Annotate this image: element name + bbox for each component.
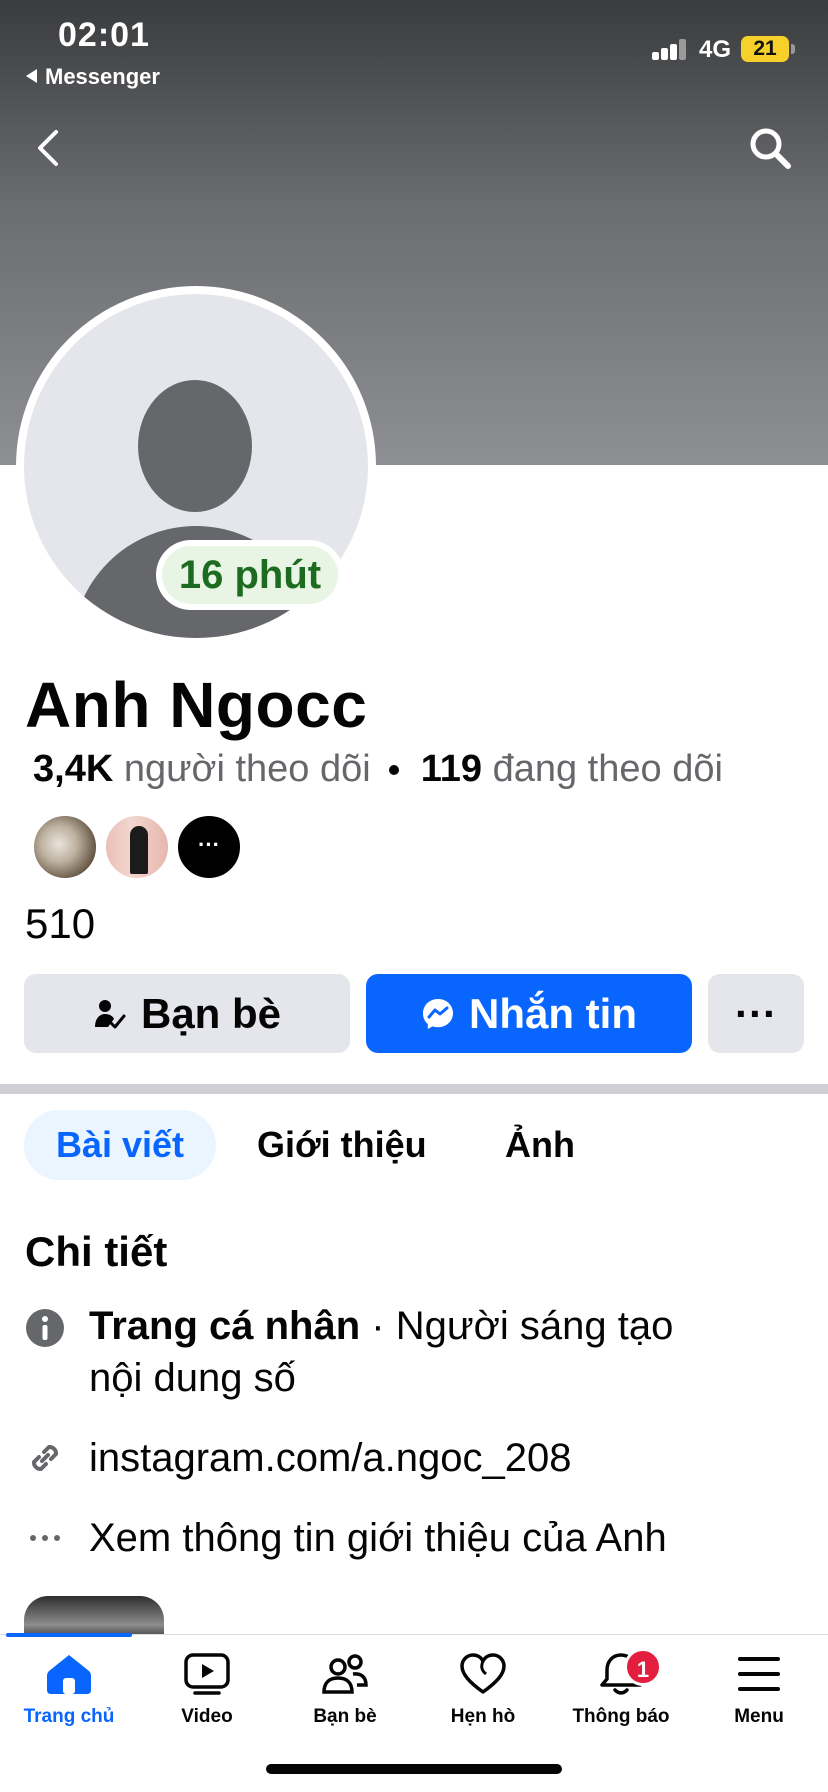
nav-notifications-label: Thông báo bbox=[572, 1706, 670, 1727]
home-icon bbox=[47, 1655, 91, 1694]
message-button-label: Nhắn tin bbox=[469, 989, 637, 1037]
nav-video[interactable]: Video bbox=[138, 1652, 276, 1752]
nav-notifications[interactable]: 1 Thông báo bbox=[552, 1648, 690, 1752]
status-bar: 02:01 Messenger 4G 21 bbox=[0, 0, 828, 95]
following-label: đang theo dõi bbox=[492, 748, 723, 790]
nav-dating-label: Hẹn hò bbox=[450, 1706, 516, 1727]
follower-avatar[interactable] bbox=[104, 814, 170, 880]
nav-friends-label: Bạn bè bbox=[313, 1706, 377, 1727]
profile-name: Anh Ngocc bbox=[25, 669, 368, 741]
info-icon bbox=[26, 1309, 64, 1347]
messenger-icon bbox=[423, 998, 453, 1029]
tab-about[interactable]: Giới thiệu bbox=[257, 1110, 427, 1180]
home-indicator bbox=[266, 1764, 562, 1774]
instagram-link[interactable]: instagram.com/a.ngoc_208 bbox=[89, 1436, 572, 1481]
nav-friends[interactable]: Bạn bè bbox=[276, 1652, 414, 1752]
video-icon bbox=[184, 1653, 230, 1695]
tab-posts[interactable]: Bài viết bbox=[24, 1110, 216, 1180]
profile-type-bold: Trang cá nhân bbox=[89, 1304, 361, 1348]
friend-check-icon bbox=[94, 999, 126, 1028]
more-followers-button[interactable]: ··· bbox=[176, 814, 242, 880]
link-icon bbox=[32, 1445, 58, 1471]
more-options-button[interactable]: ··· bbox=[708, 974, 804, 1053]
section-divider bbox=[0, 1084, 828, 1094]
separator-dot bbox=[388, 765, 399, 775]
friends-button[interactable]: Bạn bè bbox=[24, 974, 350, 1053]
nav-menu-label: Menu bbox=[734, 1706, 784, 1727]
active-status-text: 16 phút bbox=[162, 546, 338, 604]
avatar-placeholder-head bbox=[138, 380, 252, 512]
profile-type-rest: · Người sáng tạo bbox=[360, 1304, 674, 1348]
nav-home[interactable]: Trang chủ bbox=[0, 1652, 138, 1752]
friends-button-label: Bạn bè bbox=[140, 989, 282, 1037]
followers-label: người theo dõi bbox=[123, 748, 371, 790]
menu-icon bbox=[738, 1657, 780, 1691]
active-tab-indicator bbox=[6, 1633, 132, 1637]
back-app-label: Messenger bbox=[45, 64, 160, 89]
followers-count: 3,4K bbox=[33, 748, 114, 790]
following-count: 119 bbox=[420, 748, 483, 790]
nav-menu[interactable]: Menu bbox=[690, 1652, 828, 1752]
back-triangle-icon bbox=[26, 69, 37, 83]
back-to-app-link[interactable]: Messenger bbox=[26, 64, 160, 90]
more-dots-icon bbox=[30, 1535, 60, 1541]
nav-home-label: Trang chủ bbox=[23, 1706, 115, 1727]
friends-icon bbox=[322, 1654, 368, 1694]
follow-stats[interactable]: 3,4K người theo dõi 119 đang theo dõi bbox=[33, 748, 723, 791]
follower-avatar[interactable] bbox=[32, 814, 98, 880]
battery-icon: 21 bbox=[741, 36, 789, 62]
see-about-info-link[interactable]: Xem thông tin giới thiệu của Anh bbox=[89, 1516, 667, 1561]
network-type: 4G bbox=[699, 36, 732, 63]
heart-icon bbox=[460, 1653, 506, 1694]
mutual-followers-avatars[interactable]: ··· bbox=[32, 814, 252, 880]
message-button[interactable]: Nhắn tin bbox=[366, 974, 692, 1053]
friend-count: 510 bbox=[25, 900, 96, 947]
nav-video-label: Video bbox=[181, 1706, 233, 1727]
details-title: Chi tiết bbox=[25, 1228, 168, 1275]
tab-photos[interactable]: Ảnh bbox=[505, 1110, 575, 1180]
nav-dating[interactable]: Hẹn hò bbox=[414, 1652, 552, 1752]
search-icon[interactable] bbox=[746, 124, 794, 172]
status-time: 02:01 bbox=[58, 16, 150, 54]
profile-type-line2: nội dung số bbox=[89, 1356, 296, 1400]
battery-cap bbox=[791, 44, 795, 54]
notification-count-badge: 1 bbox=[624, 1648, 662, 1686]
back-arrow-icon[interactable] bbox=[30, 126, 70, 170]
signal-icon bbox=[652, 38, 688, 60]
active-status-badge: 16 phút bbox=[156, 540, 344, 610]
